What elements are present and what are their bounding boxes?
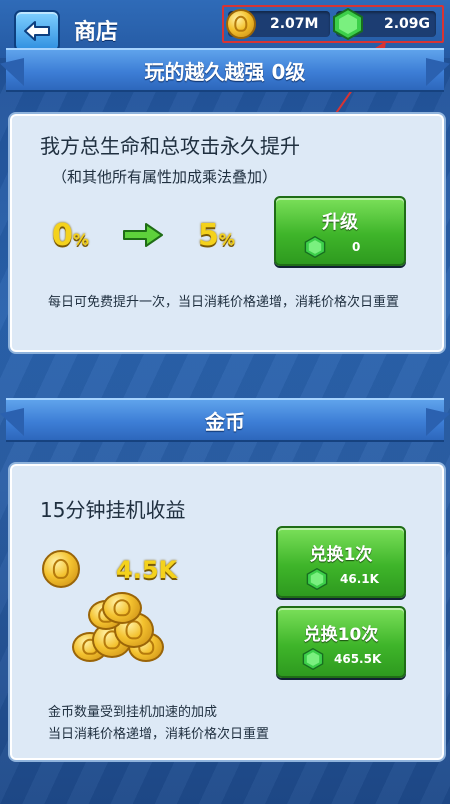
green-gem-icon xyxy=(306,568,328,590)
upgrade-heading: 我方总生命和总攻击永久提升 xyxy=(40,134,300,158)
exchange-1-button[interactable]: 兑换1次 46.1K xyxy=(276,526,406,598)
gold-note-line1: 金币数量受到挂机加速的加成 xyxy=(48,705,218,720)
right-arrow-icon xyxy=(123,223,163,247)
gold-note-line2: 当日消耗价格递增，消耗价格次日重置 xyxy=(48,727,270,742)
gold-banner-text: 金币 xyxy=(205,409,245,434)
exchange-1-cost: 46.1K xyxy=(340,572,379,586)
upgrade-subheading: （和其他所有属性加成乘法叠加） xyxy=(52,168,278,186)
coin-pile-icon xyxy=(68,592,178,672)
upgrade-cost: 0 xyxy=(352,240,361,254)
next-percent: 5% xyxy=(198,218,235,253)
exchange-10-button[interactable]: 兑换10次 465.5K xyxy=(276,606,406,678)
exchange-1-label: 兑换1次 xyxy=(309,545,373,565)
upgrade-banner-text: 玩的越久越强 0级 xyxy=(144,59,306,84)
upgrade-panel: 我方总生命和总攻击永久提升 （和其他所有属性加成乘法叠加） 0% 5% 升级 0… xyxy=(8,112,446,354)
upgrade-button-label: 升级 xyxy=(322,212,358,233)
green-gem-icon xyxy=(302,648,324,670)
upgrade-button[interactable]: 升级 0 xyxy=(274,196,406,266)
gold-amount: 4.5K xyxy=(116,556,178,584)
upgrade-banner: 玩的越久越强 0级 xyxy=(6,48,444,92)
gold-heading: 15分钟挂机收益 xyxy=(40,498,186,522)
gold-banner: 金币 xyxy=(6,398,444,442)
gold-panel: 15分钟挂机收益 4.5K 兑换1次 46.1K 兑换10次 465.5K 金币… xyxy=(8,462,446,762)
upgrade-note: 每日可免费提升一次，当日消耗价格递增，消耗价格次日重置 xyxy=(48,295,400,310)
gold-coin-icon xyxy=(42,550,80,588)
current-percent: 0% xyxy=(52,218,89,253)
exchange-10-label: 兑换10次 xyxy=(303,625,379,645)
exchange-10-cost: 465.5K xyxy=(334,652,382,666)
green-gem-icon xyxy=(304,236,326,258)
